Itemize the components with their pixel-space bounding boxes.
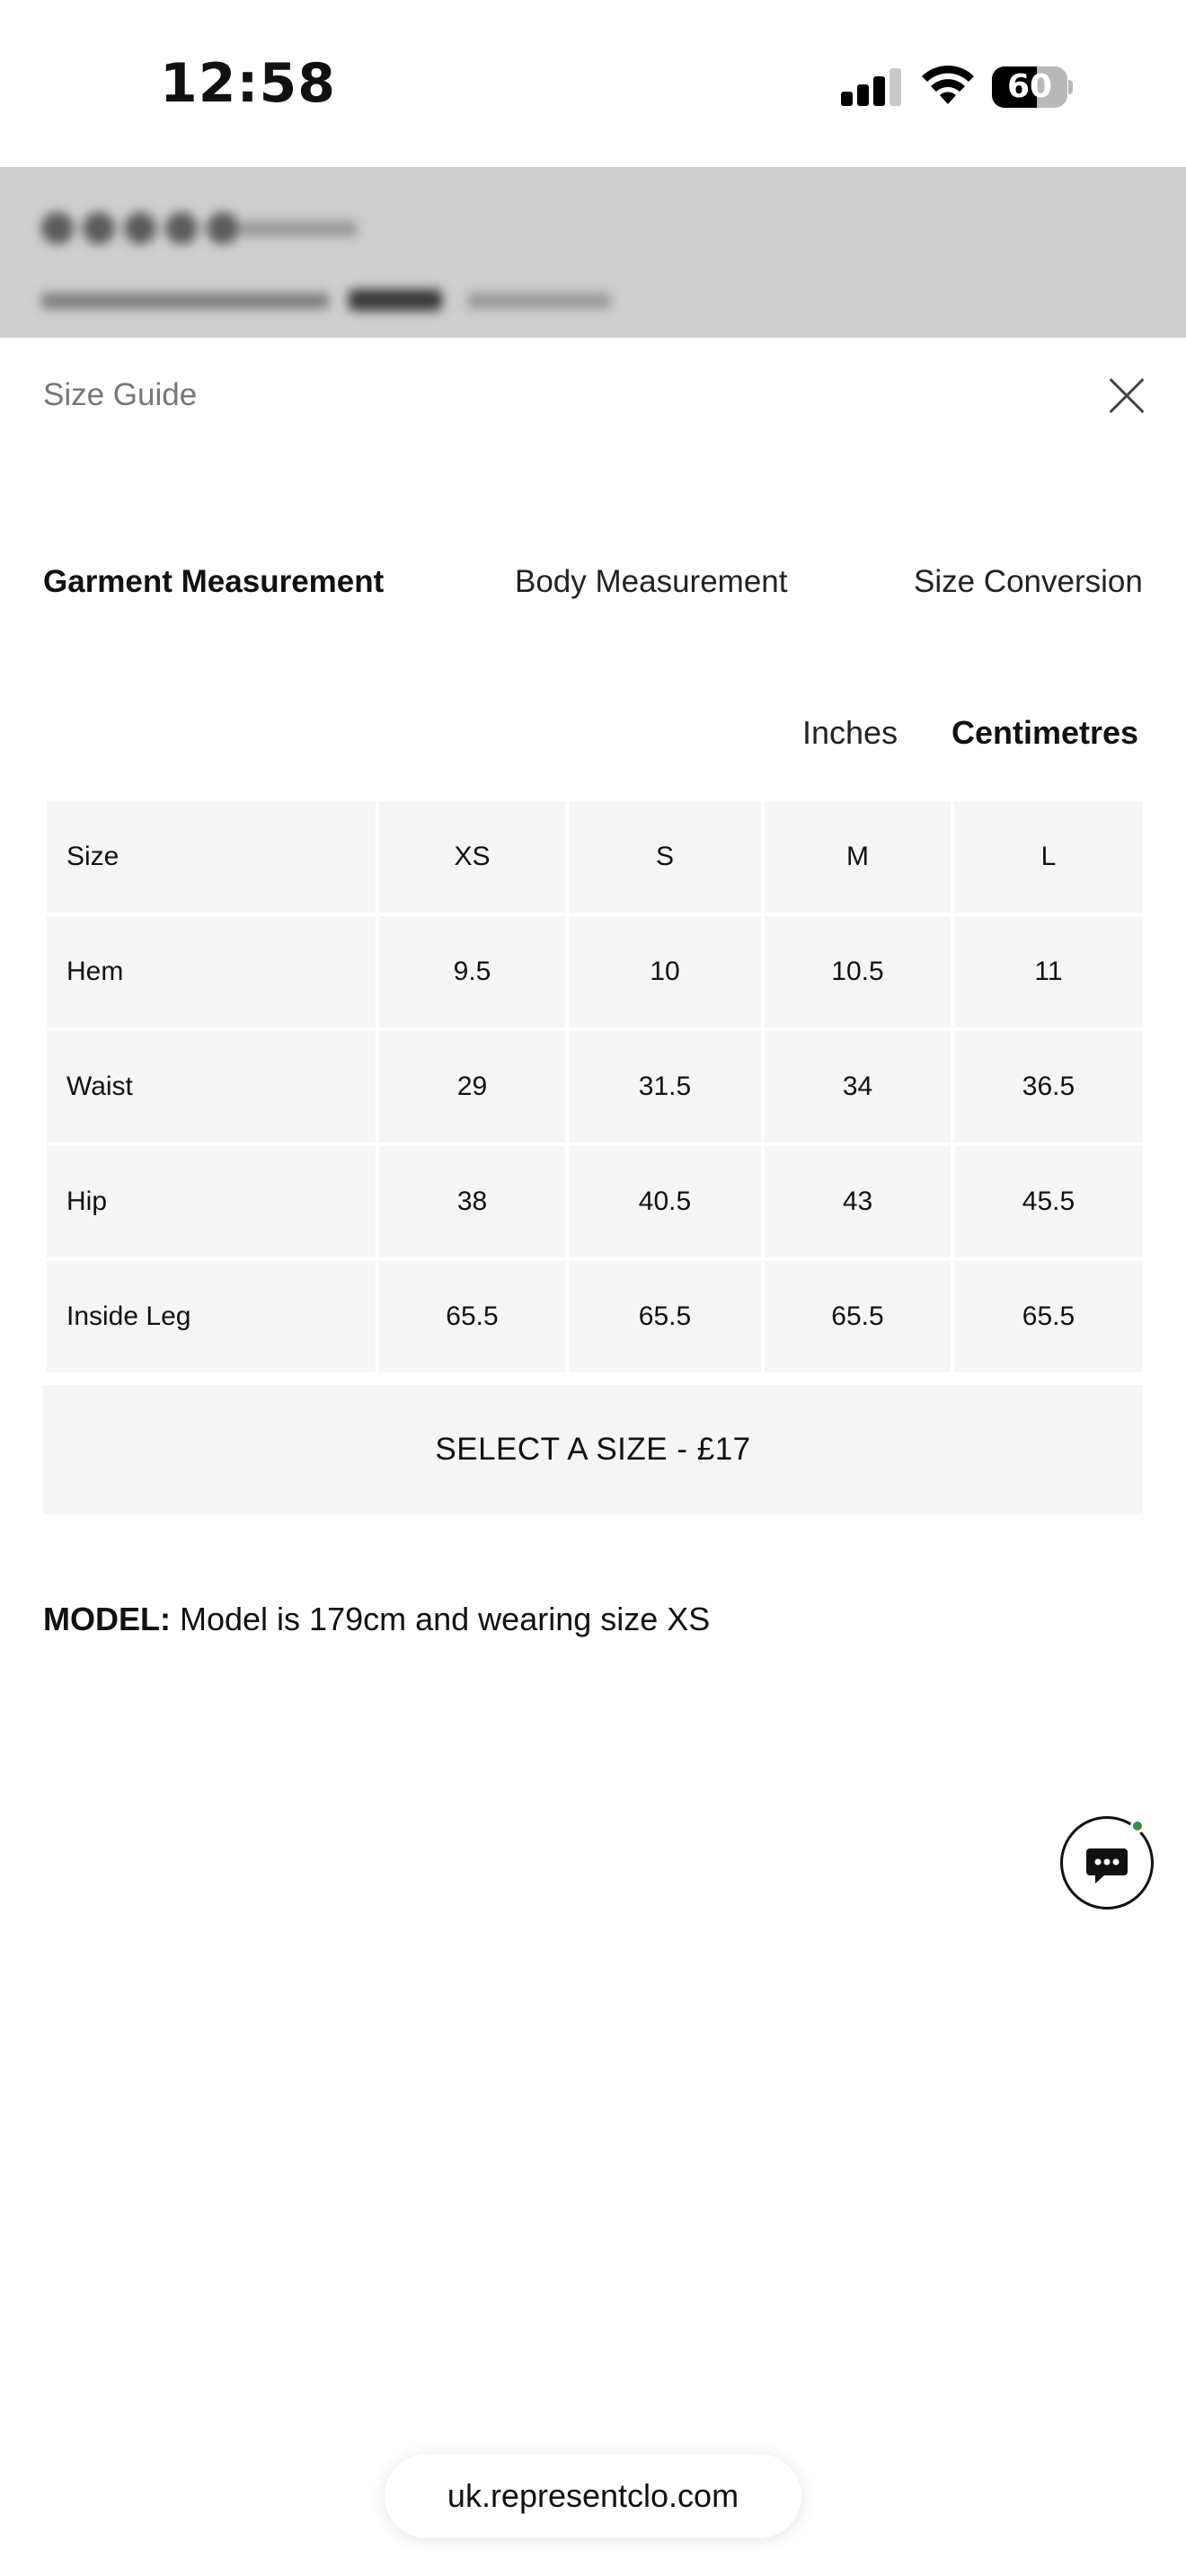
table-cell: 36.5: [954, 1031, 1143, 1142]
table-cell: 29: [379, 1031, 565, 1142]
model-info-label: MODEL:: [43, 1601, 171, 1637]
blurred-page-backdrop: [0, 167, 1186, 338]
table-cell: 45.5: [954, 1146, 1143, 1257]
table-header-cell: XS: [379, 801, 565, 913]
table-cell: 38: [379, 1146, 565, 1257]
table-cell: 40.5: [569, 1146, 761, 1257]
table-row-label: Inside Leg: [47, 1261, 376, 1372]
sheet-title: Size Guide: [43, 377, 198, 412]
table-cell: 34: [765, 1031, 951, 1142]
table-row: Hip 38 40.5 43 45.5: [47, 1146, 1143, 1257]
close-icon[interactable]: [1103, 372, 1150, 419]
table-header-cell: L: [954, 801, 1143, 913]
table-cell: 9.5: [379, 916, 565, 1028]
cellular-signal-icon: [841, 66, 902, 106]
table-header-cell: M: [765, 801, 951, 913]
size-table: Size XS S M L Hem 9.5 10 10.5 11 Waist 2…: [43, 798, 1146, 1376]
table-row: Inside Leg 65.5 65.5 65.5 65.5: [47, 1261, 1143, 1372]
table-row-label: Hip: [47, 1146, 376, 1257]
browser-url-bar[interactable]: uk.representclo.com: [385, 2454, 801, 2538]
model-info: MODEL: Model is 179cm and wearing size X…: [43, 1601, 710, 1638]
battery-percent: 60: [1006, 68, 1053, 105]
table-cell: 11: [954, 916, 1143, 1028]
table-header-row: Size XS S M L: [47, 801, 1143, 913]
table-cell: 10.5: [765, 916, 951, 1028]
select-size-button[interactable]: SELECT A SIZE - £17: [43, 1385, 1143, 1514]
tab-body-measurement[interactable]: Body Measurement: [515, 564, 787, 600]
wifi-icon: [922, 65, 974, 104]
table-cell: 65.5: [379, 1261, 565, 1372]
table-cell: 65.5: [954, 1261, 1143, 1372]
table-cell: 43: [765, 1146, 951, 1257]
model-info-text: Model is 179cm and wearing size XS: [180, 1601, 711, 1637]
battery-icon: 60: [992, 66, 1073, 108]
table-row-label: Hem: [47, 916, 376, 1028]
table-header-cell: S: [569, 801, 761, 913]
table-header-cell: Size: [47, 801, 376, 913]
table-row: Hem 9.5 10 10.5 11: [47, 916, 1143, 1028]
table-row-label: Waist: [47, 1031, 376, 1142]
chat-status-dot: [1130, 1819, 1145, 1833]
tab-size-conversion[interactable]: Size Conversion: [914, 564, 1143, 600]
unit-toggle-inches[interactable]: Inches: [802, 714, 898, 752]
status-time: 12:58: [160, 52, 336, 115]
table-cell: 65.5: [569, 1261, 761, 1372]
table-cell: 10: [569, 916, 761, 1028]
status-bar: 12:58 60: [0, 0, 1186, 167]
tab-garment-measurement[interactable]: Garment Measurement: [43, 564, 384, 600]
table-cell: 65.5: [765, 1261, 951, 1372]
unit-toggle-centimetres[interactable]: Centimetres: [951, 714, 1138, 752]
table-row: Waist 29 31.5 34 36.5: [47, 1031, 1143, 1142]
size-guide-sheet: Size Guide Garment Measurement Body Meas…: [0, 338, 1186, 2576]
table-cell: 31.5: [569, 1031, 761, 1142]
